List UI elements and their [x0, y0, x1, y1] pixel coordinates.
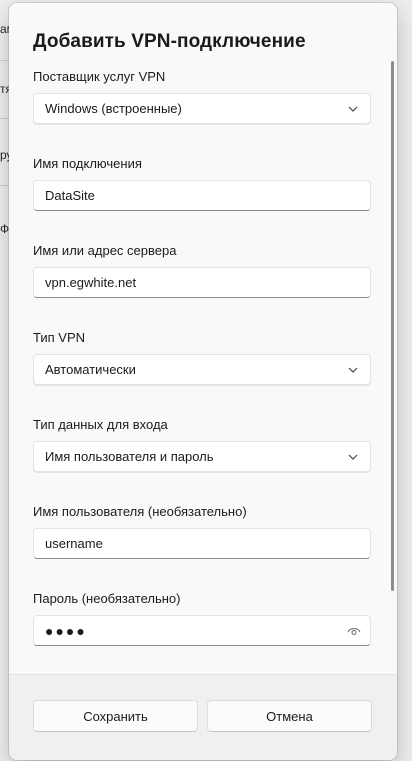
- connection-name-input[interactable]: DataSite: [33, 180, 371, 211]
- chevron-down-icon: [348, 105, 358, 113]
- cancel-button[interactable]: Отмена: [207, 700, 372, 732]
- username-value: username: [45, 536, 103, 551]
- signin-type-label: Тип данных для входа: [33, 417, 168, 432]
- provider-label: Поставщик услуг VPN: [33, 69, 166, 84]
- username-input[interactable]: username: [33, 528, 371, 559]
- signin-type-dropdown[interactable]: Имя пользователя и пароль: [33, 441, 371, 472]
- chevron-down-icon: [348, 366, 358, 374]
- password-value: ●●●●: [45, 622, 87, 639]
- connection-name-value: DataSite: [45, 188, 95, 203]
- password-input[interactable]: ●●●●: [33, 615, 371, 646]
- chevron-down-icon: [348, 453, 358, 461]
- provider-dropdown[interactable]: Windows (встроенные): [33, 93, 371, 124]
- eye-icon[interactable]: [347, 625, 361, 637]
- server-address-input[interactable]: vpn.egwhite.net: [33, 267, 371, 298]
- signin-type-value: Имя пользователя и пароль: [45, 449, 214, 464]
- server-address-value: vpn.egwhite.net: [45, 275, 137, 290]
- provider-value: Windows (встроенные): [45, 101, 182, 116]
- scrollbar[interactable]: [391, 61, 394, 591]
- dialog-title: Добавить VPN-подключение: [33, 31, 306, 52]
- vpn-type-dropdown[interactable]: Автоматически: [33, 354, 371, 385]
- background-text-fragment: Ф: [0, 222, 10, 236]
- add-vpn-dialog: Добавить VPN-подключение Поставщик услуг…: [9, 3, 397, 760]
- connection-name-label: Имя подключения: [33, 156, 142, 171]
- username-label: Имя пользователя (необязательно): [33, 504, 247, 519]
- server-label: Имя или адрес сервера: [33, 243, 177, 258]
- vpn-type-value: Автоматически: [45, 362, 136, 377]
- dialog-footer: Сохранить Отмена: [9, 674, 397, 760]
- save-button[interactable]: Сохранить: [33, 700, 198, 732]
- password-label: Пароль (необязательно): [33, 591, 181, 606]
- vpn-type-label: Тип VPN: [33, 330, 86, 345]
